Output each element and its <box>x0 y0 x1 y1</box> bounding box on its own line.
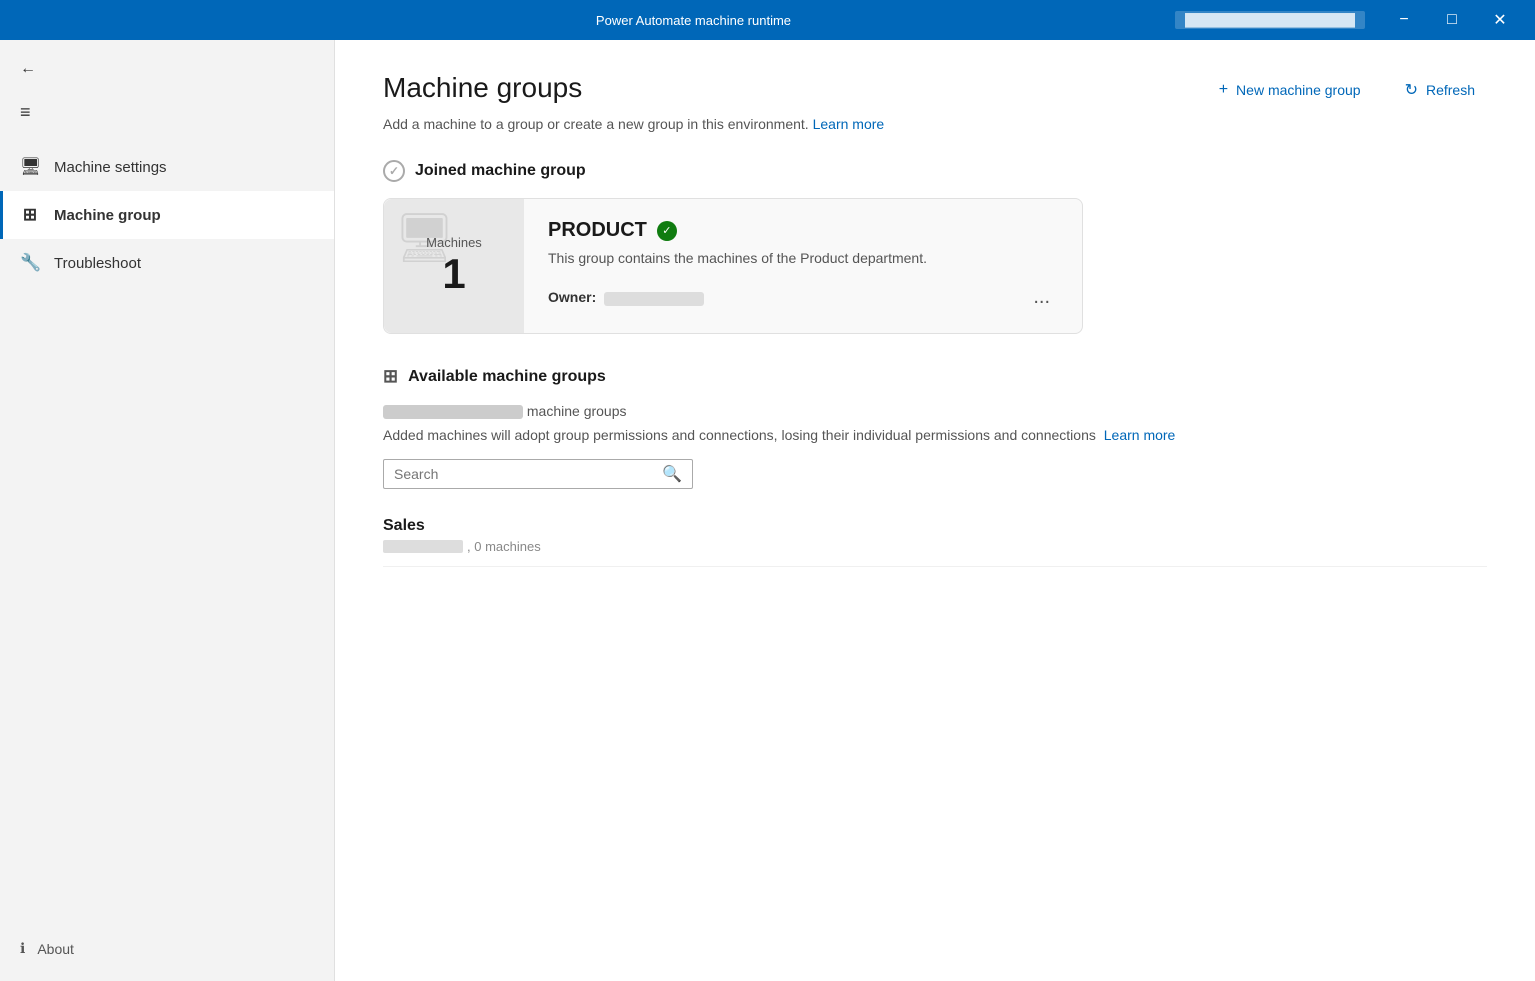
page-subtitle: Add a machine to a group or create a new… <box>383 116 1487 132</box>
machines-label: Machines <box>426 235 482 250</box>
learn-more-link-main[interactable]: Learn more <box>813 116 885 132</box>
app-layout: ← ≡ 🖥 Machine settings ⊞ Machine group 🔧… <box>0 40 1535 981</box>
search-icon: 🔍 <box>662 464 682 484</box>
monitor-icon: 🖥 <box>20 157 40 177</box>
card-right: PRODUCT ✓ This group contains the machin… <box>524 199 1082 333</box>
sidebar-item-label: Machine group <box>54 207 161 224</box>
sidebar-item-troubleshoot[interactable]: 🔧 Troubleshoot <box>0 239 334 287</box>
card-owner: Owner: <box>548 289 704 305</box>
titlebar-title: Power Automate machine runtime <box>212 13 1175 28</box>
group-name: Sales <box>383 517 1487 535</box>
refresh-label: Refresh <box>1426 82 1475 98</box>
back-button[interactable]: ← <box>0 48 334 90</box>
page-header: Machine groups + New machine group ↻ Ref… <box>383 72 1487 108</box>
plus-icon: + <box>1219 81 1228 99</box>
card-description: This group contains the machines of the … <box>548 250 1058 266</box>
available-count-text: machine groups <box>383 403 1487 419</box>
main-content: Machine groups + New machine group ↻ Ref… <box>335 40 1535 981</box>
back-icon: ← <box>20 60 36 78</box>
page-title: Machine groups <box>383 72 582 104</box>
check-circle-icon: ✓ <box>383 160 405 182</box>
learn-more-link-available[interactable]: Learn more <box>1104 427 1176 443</box>
minimize-button[interactable]: − <box>1381 0 1427 40</box>
card-title-row: PRODUCT ✓ <box>548 219 1058 242</box>
search-box: 🔍 <box>383 459 693 489</box>
info-icon: ℹ <box>20 940 25 957</box>
close-button[interactable]: ✕ <box>1477 0 1523 40</box>
group-icon: ⊞ <box>20 205 40 225</box>
joined-heading-label: Joined machine group <box>415 162 586 180</box>
about-button[interactable]: ℹ About <box>20 932 314 965</box>
wrench-icon: 🔧 <box>20 253 40 273</box>
hamburger-icon: ≡ <box>20 102 31 122</box>
titlebar-controls: − □ ✕ <box>1381 0 1523 40</box>
machine-group-card: 🖥 Machines 1 PRODUCT ✓ This group contai… <box>383 198 1083 334</box>
available-section-icon: ⊞ <box>383 366 398 387</box>
list-item[interactable]: Sales , 0 machines <box>383 505 1487 567</box>
joined-section-heading: ✓ Joined machine group <box>383 160 1487 182</box>
hamburger-button[interactable]: ≡ <box>0 90 334 135</box>
available-machine-groups-label: machine groups <box>527 403 627 419</box>
search-input[interactable] <box>394 466 654 482</box>
refresh-button[interactable]: ↻ Refresh <box>1393 72 1487 108</box>
owner-label: Owner: <box>548 289 596 305</box>
titlebar-user: ████████████████████ <box>1175 11 1365 29</box>
status-dot-icon: ✓ <box>657 221 677 241</box>
group-machines-count: , 0 machines <box>467 539 541 554</box>
card-left: 🖥 Machines 1 <box>384 199 524 333</box>
available-section: ⊞ Available machine groups machine group… <box>383 366 1487 567</box>
maximize-button[interactable]: □ <box>1429 0 1475 40</box>
sidebar-bottom: ℹ About <box>0 916 334 981</box>
sidebar-item-label: Machine settings <box>54 159 167 176</box>
about-label: About <box>37 941 74 957</box>
sidebar-nav: 🖥 Machine settings ⊞ Machine group 🔧 Tro… <box>0 143 334 916</box>
available-count-blurred <box>383 405 523 419</box>
new-machine-group-button[interactable]: + New machine group <box>1207 73 1373 107</box>
available-description: Added machines will adopt group permissi… <box>383 427 1487 443</box>
sidebar-item-machine-settings[interactable]: 🖥 Machine settings <box>0 143 334 191</box>
available-heading-label: Available machine groups <box>408 368 606 386</box>
available-section-heading: ⊞ Available machine groups <box>383 366 1487 387</box>
refresh-icon: ↻ <box>1405 80 1418 100</box>
sidebar-item-machine-group[interactable]: ⊞ Machine group <box>0 191 334 239</box>
new-machine-group-label: New machine group <box>1236 82 1361 98</box>
card-menu-button[interactable]: ... <box>1025 282 1058 313</box>
sidebar-item-label: Troubleshoot <box>54 255 141 272</box>
group-meta: , 0 machines <box>383 539 1487 554</box>
titlebar: Power Automate machine runtime █████████… <box>0 0 1535 40</box>
card-owner-row: Owner: ... <box>548 282 1058 313</box>
sidebar: ← ≡ 🖥 Machine settings ⊞ Machine group 🔧… <box>0 40 335 981</box>
machines-count: 1 <box>442 250 465 298</box>
card-group-name: PRODUCT <box>548 219 647 242</box>
owner-name-blurred <box>604 292 704 306</box>
group-owner-blurred <box>383 540 463 553</box>
header-actions: + New machine group ↻ Refresh <box>1207 72 1487 108</box>
